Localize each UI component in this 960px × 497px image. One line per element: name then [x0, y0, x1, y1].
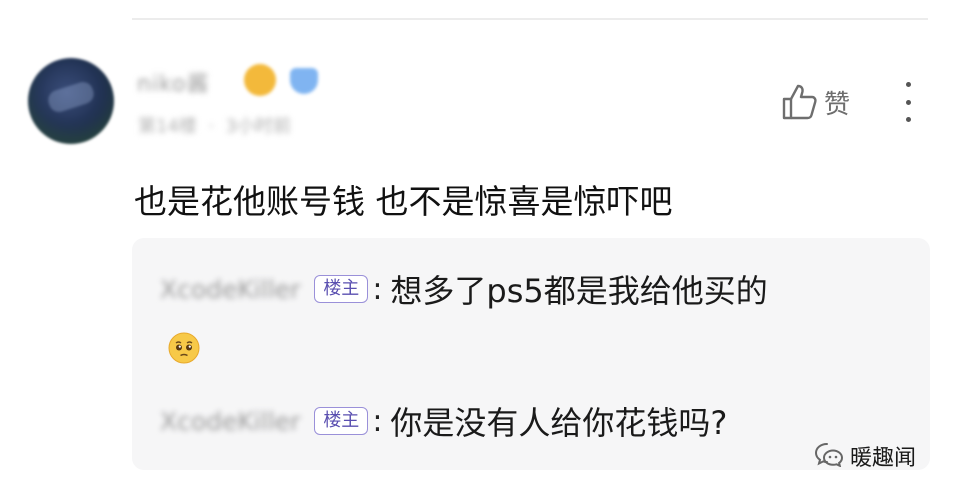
- reply-colon: :: [372, 403, 383, 439]
- pleading-face-emoji-icon: [168, 332, 200, 364]
- like-button[interactable]: 赞: [780, 80, 850, 124]
- more-dot: [905, 82, 911, 87]
- like-label: 赞: [824, 89, 851, 120]
- verified-badge-icon: [290, 68, 318, 94]
- reply-text: 想多了ps5都是我给他买的: [390, 272, 768, 310]
- wechat-official-account-icon: [814, 441, 844, 471]
- thumbs-up-icon: [780, 83, 818, 121]
- host-badge: 楼主: [314, 275, 369, 303]
- reply-text: 你是没有人给你花钱吗?: [390, 404, 728, 442]
- reply-colon: :: [372, 271, 383, 307]
- replies-container[interactable]: XcodeKiller 楼主 : 想多了ps5都是我给他买的 XcodeKill…: [132, 238, 930, 470]
- top-divider: [132, 18, 928, 20]
- comment-text: 也是花他账号钱 也不是惊喜是惊吓吧: [134, 182, 673, 221]
- avatar-image: [45, 79, 97, 115]
- reply-item[interactable]: XcodeKiller 楼主 : 你是没有人给你花钱吗?: [160, 398, 727, 444]
- watermark-text: 暖趣闻: [850, 446, 917, 471]
- host-badge: 楼主: [314, 407, 369, 435]
- comment-meta: 第14楼 · 3小时前: [138, 116, 291, 137]
- watermark: 暖趣闻: [814, 440, 916, 472]
- more-options-icon[interactable]: [898, 82, 918, 122]
- more-dot: [905, 99, 911, 105]
- username[interactable]: niko酱: [137, 66, 209, 98]
- reply-item[interactable]: XcodeKiller 楼主 : 想多了ps5都是我给他买的: [160, 266, 768, 312]
- username-emoji-icon: [244, 64, 276, 96]
- reply-author[interactable]: XcodeKiller: [160, 407, 300, 436]
- reply-author[interactable]: XcodeKiller: [160, 275, 300, 304]
- avatar[interactable]: [28, 58, 114, 144]
- more-dot: [905, 117, 911, 122]
